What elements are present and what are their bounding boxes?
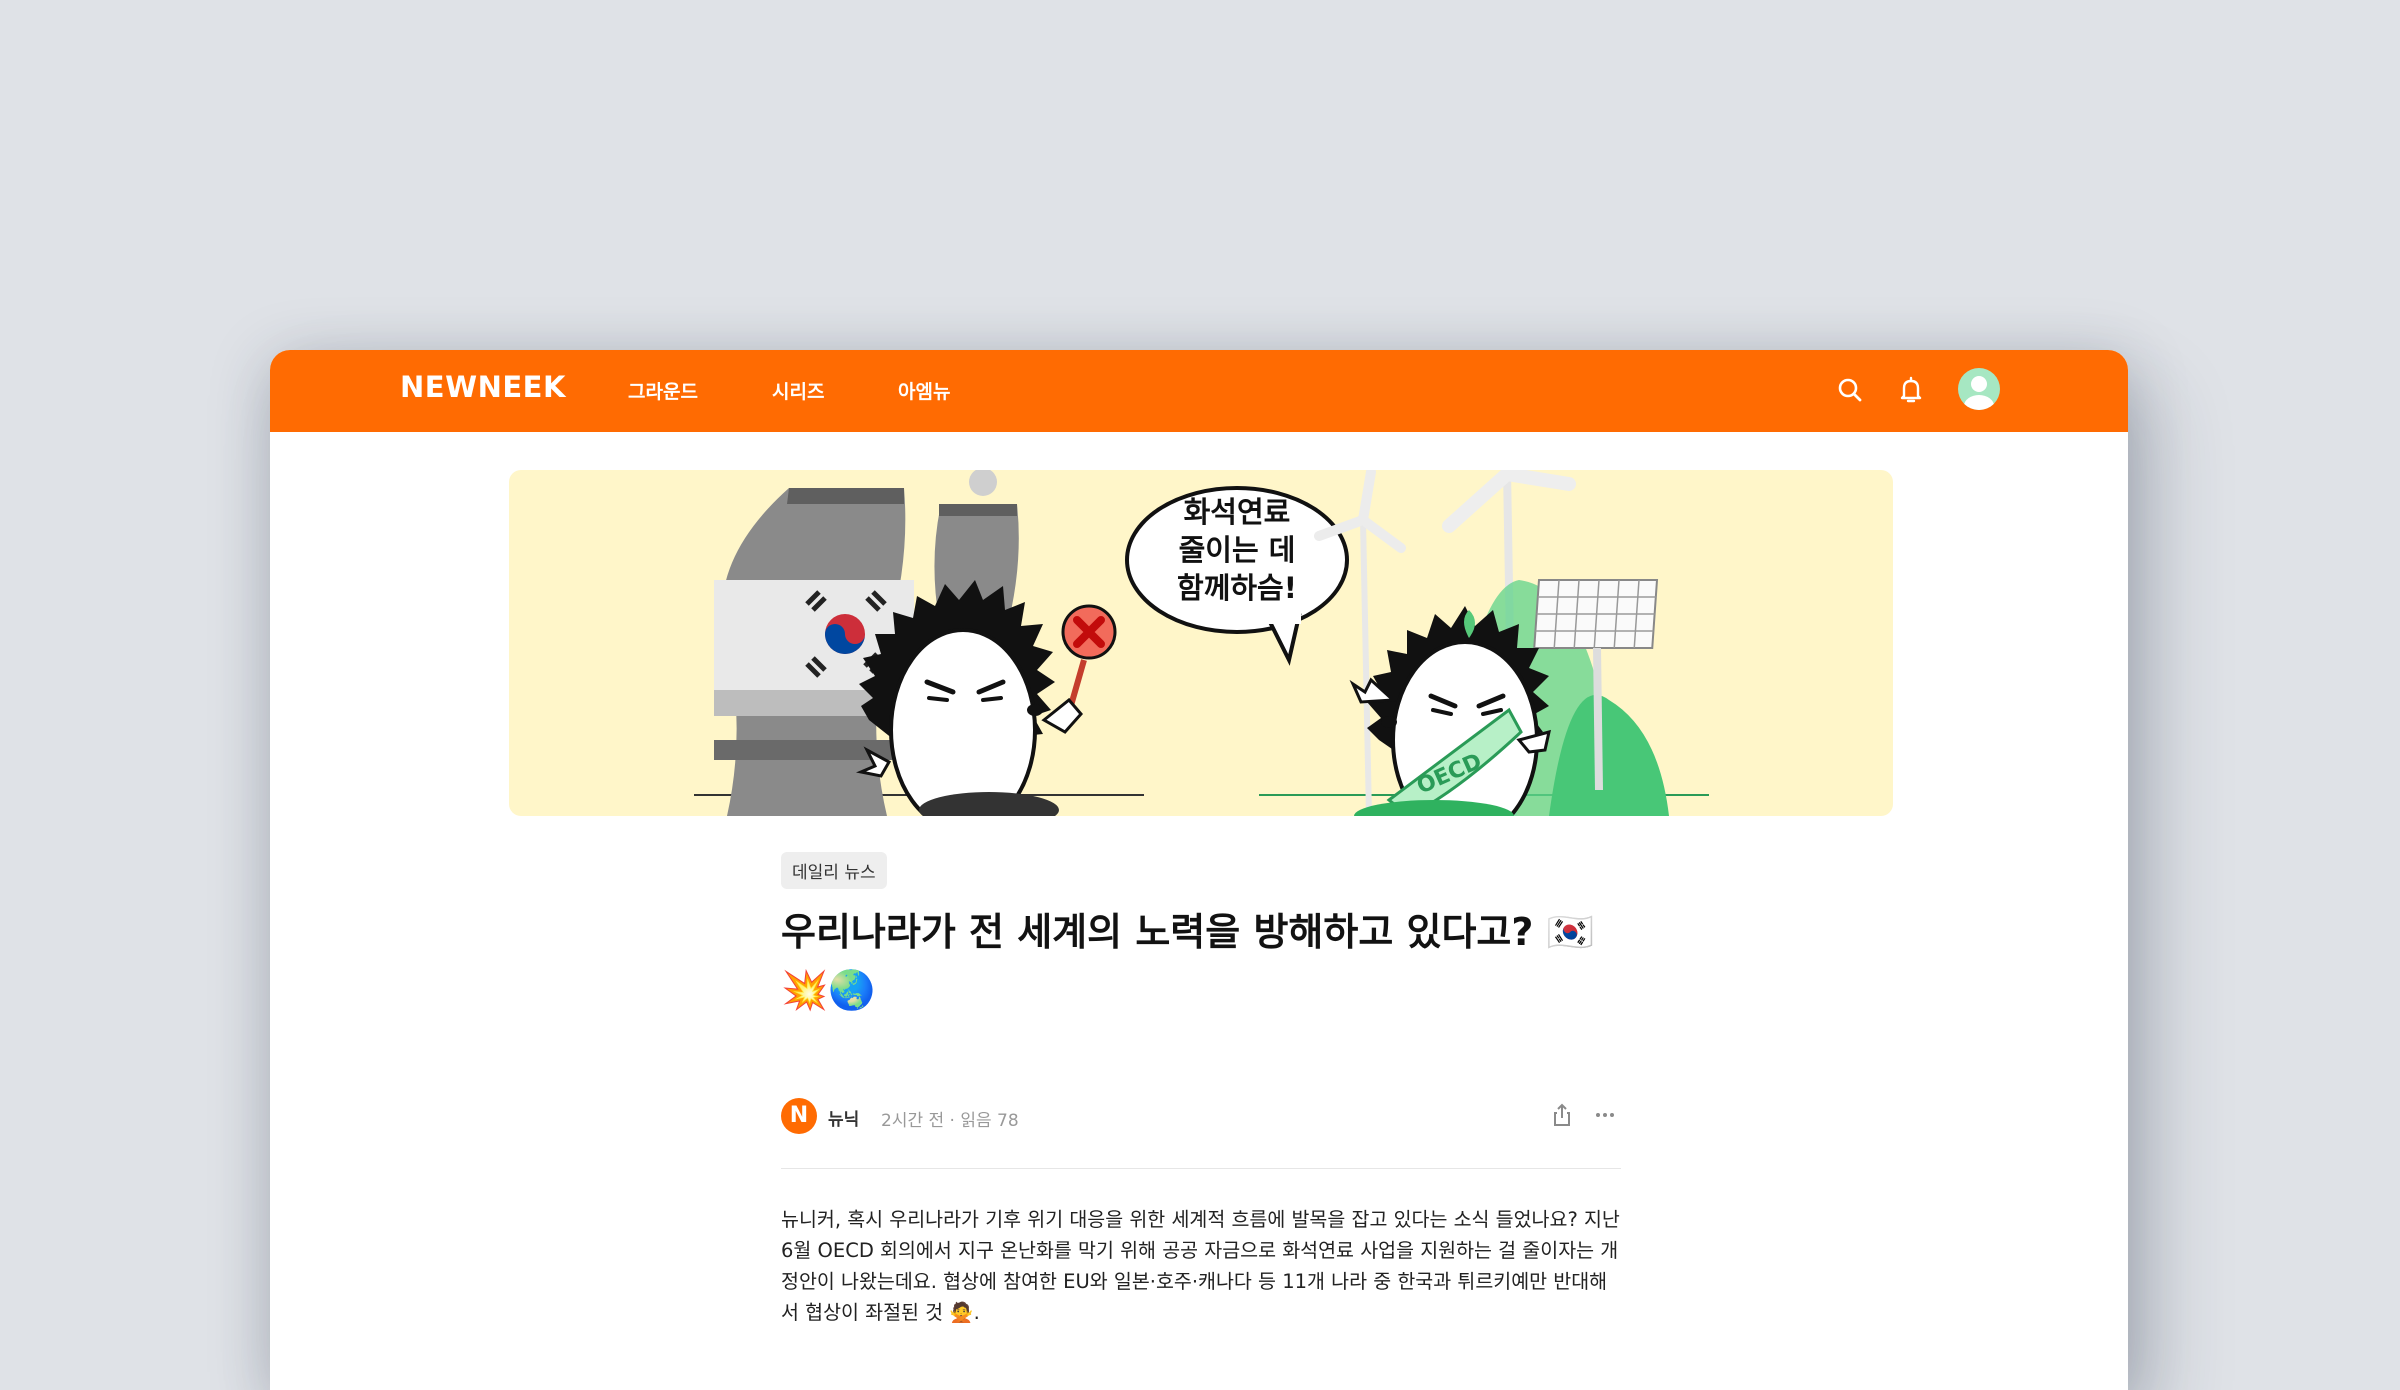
search-icon[interactable]: [1832, 372, 1868, 408]
nav-item-series[interactable]: 시리즈: [772, 377, 824, 404]
user-avatar[interactable]: [1958, 368, 2000, 410]
author-avatar[interactable]: N: [781, 1098, 817, 1134]
category-tag[interactable]: 데일리 뉴스: [781, 852, 887, 889]
author-row: N 뉴닉 2시간 전 · 읽음 78: [781, 1098, 1621, 1138]
bell-icon[interactable]: [1893, 372, 1929, 408]
nav-item-ground[interactable]: 그라운드: [628, 377, 698, 404]
article-title: 우리나라가 전 세계의 노력을 방해하고 있다고? 🇰🇷💥🌏: [781, 910, 1594, 1012]
browser-window: NEWNEEK 그라운드 시리즈 아엠뉴 화석연료 줄이는 데 함께하슴! OE…: [270, 350, 2128, 1390]
author-name[interactable]: 뉴닉: [828, 1105, 859, 1130]
speech-line-2: 줄이는 데: [1179, 533, 1296, 567]
more-options-icon[interactable]: [1591, 1101, 1619, 1133]
nav-item-iamnew[interactable]: 아엠뉴: [898, 377, 950, 404]
share-icon[interactable]: [1548, 1101, 1576, 1133]
newneek-logo[interactable]: NEWNEEK: [400, 370, 566, 404]
speech-line-1: 화석연료: [1184, 495, 1291, 529]
top-navigation-bar: NEWNEEK 그라운드 시리즈 아엠뉴: [270, 350, 2128, 432]
article-meta: 2시간 전 · 읽음 78: [881, 1111, 1019, 1131]
article-body: 뉴니커, 혹시 우리나라가 기후 위기 대응을 위한 세계적 흐름에 발목을 잡…: [781, 1208, 1620, 1324]
speech-line-3: 함께하슴!: [1177, 571, 1297, 605]
hero-illustration: 화석연료 줄이는 데 함께하슴! OECD: [509, 470, 1893, 816]
divider: [781, 1168, 1621, 1169]
